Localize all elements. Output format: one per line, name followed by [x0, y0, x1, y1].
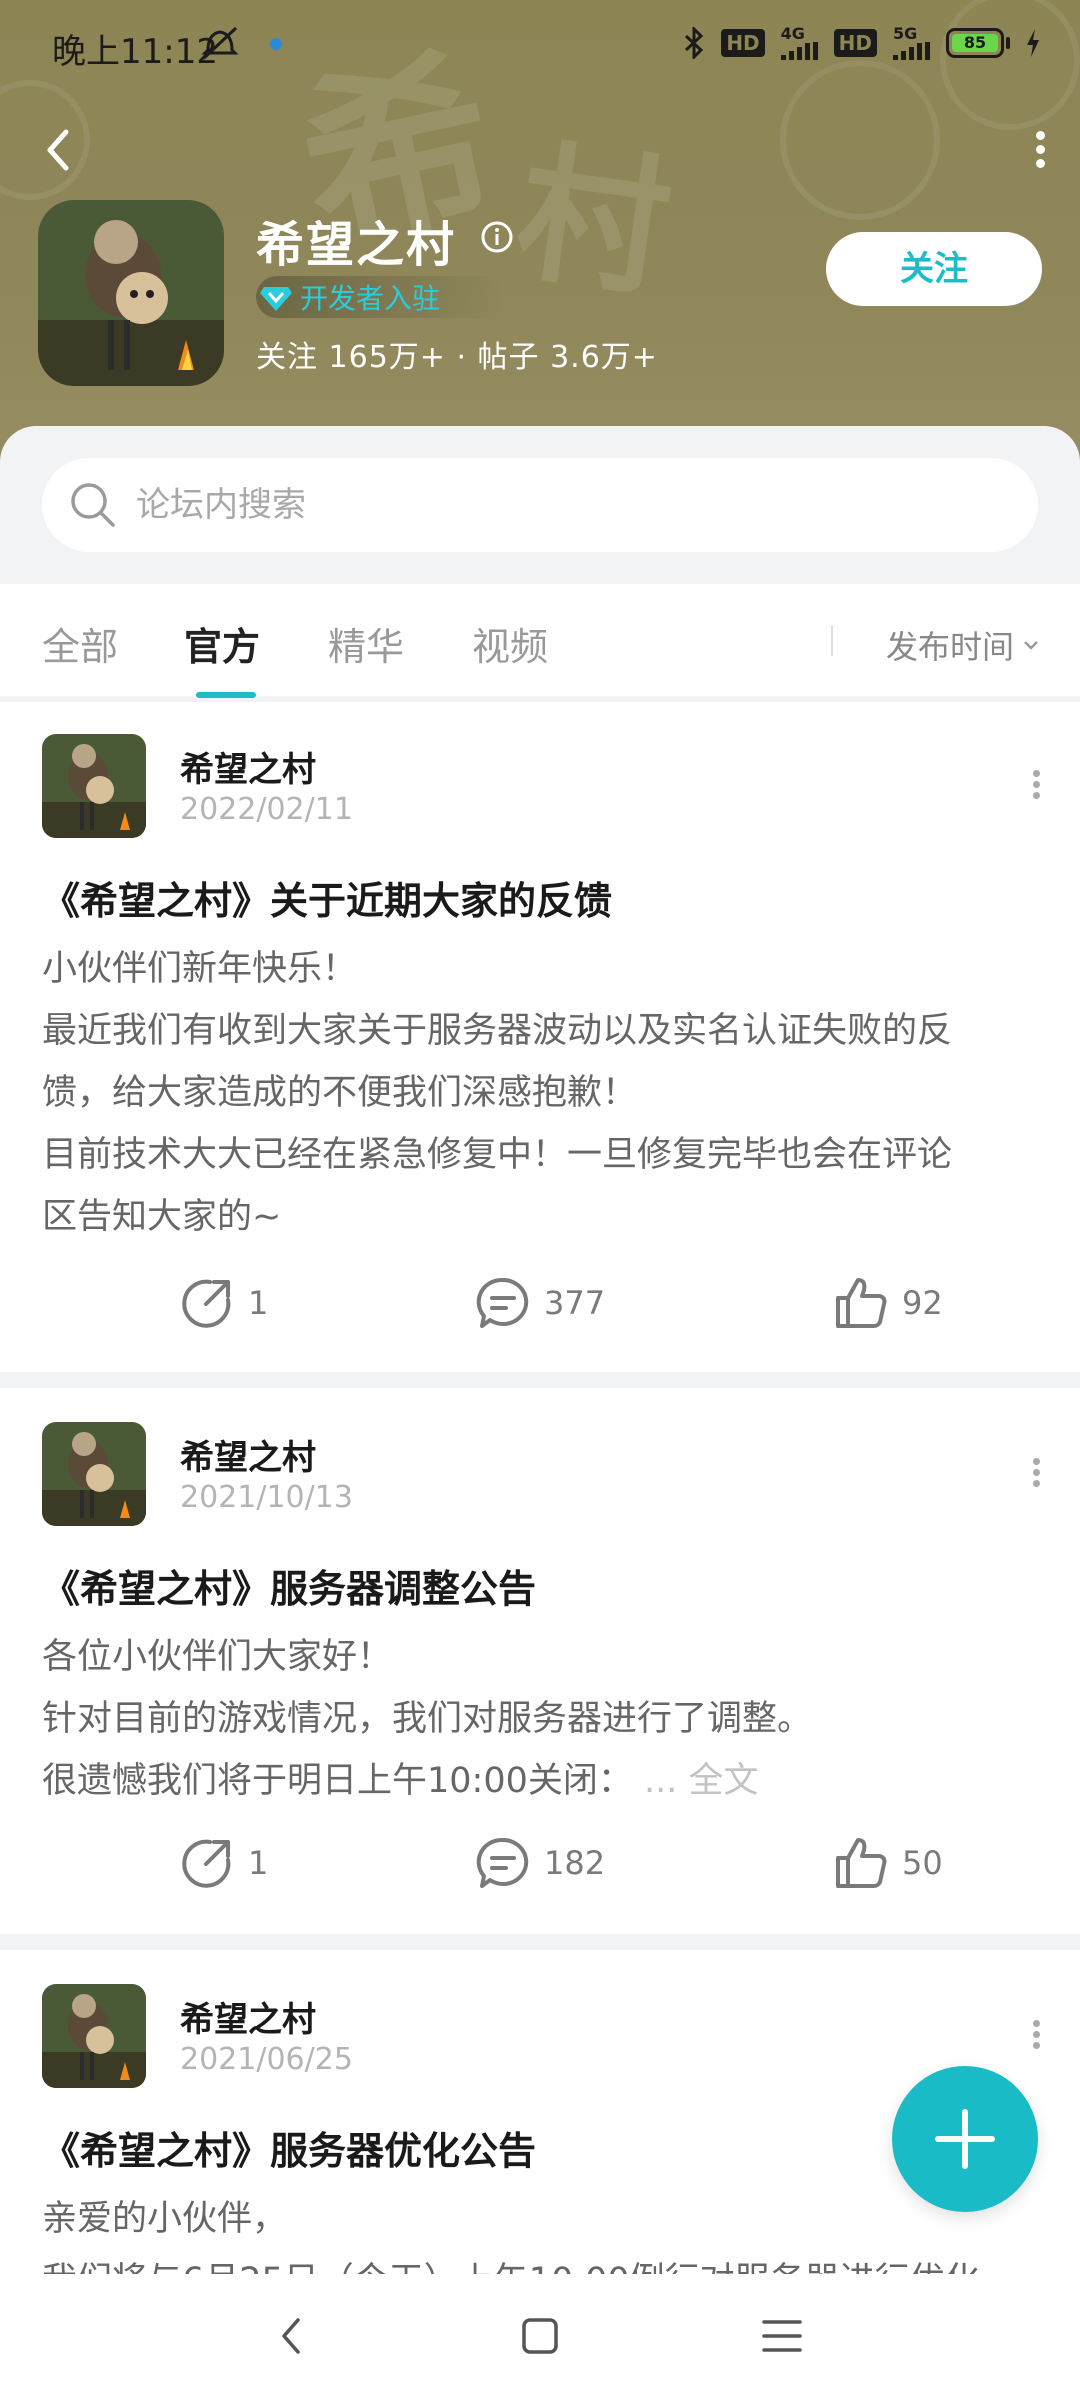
share-button[interactable]: 1	[180, 1276, 268, 1330]
battery-icon: 85	[946, 28, 1010, 58]
hd-badge: HD	[833, 29, 877, 57]
header-bg-art: 村	[506, 125, 680, 319]
post-body-line: 小伙伴们新年快乐！	[42, 949, 358, 989]
comment-icon	[476, 1837, 529, 1888]
filter-tabs: 全部 官方 精华 视频 发布时间	[0, 584, 1080, 696]
back-button[interactable]	[36, 122, 84, 178]
author-name[interactable]: 希望之村	[180, 1430, 316, 1479]
follow-button[interactable]: 关注	[826, 232, 1042, 306]
author-avatar[interactable]	[42, 1422, 146, 1526]
share-count: 1	[248, 1284, 269, 1322]
share-icon	[182, 1279, 231, 1328]
chevron-down-icon	[1024, 641, 1038, 650]
more-options-button[interactable]	[1022, 126, 1058, 182]
system-nav-bar	[0, 2274, 1080, 2400]
comment-icon	[476, 1277, 529, 1328]
share-count: 1	[248, 1844, 269, 1882]
sort-label: 发布时间	[885, 628, 1014, 666]
comment-button[interactable]: 377	[476, 1276, 605, 1330]
status-time: 晚上11:12	[52, 32, 218, 72]
post-title[interactable]: 《希望之村》服务器优化公告	[42, 2120, 536, 2175]
nav-home-icon[interactable]	[516, 2312, 564, 2360]
search-bar[interactable]	[42, 458, 1038, 552]
post-body-line: 很遗憾我们将于明日上午10:00关闭： ... 全文	[42, 1752, 759, 1803]
search-input[interactable]	[136, 485, 936, 525]
thumbs-up-icon	[836, 1278, 887, 1328]
active-tab-indicator	[196, 692, 256, 698]
post-body-line: 各位小伙伴们大家好！	[42, 1637, 393, 1677]
post-card[interactable]: 希望之村 2022/02/11 《希望之村》关于近期大家的反馈 小伙伴们新年快乐…	[0, 702, 1080, 1372]
network-type-label: 5G	[893, 24, 918, 43]
app-icon	[38, 200, 224, 386]
search-icon	[71, 483, 115, 527]
tab-official[interactable]: 官方	[184, 616, 260, 671]
post-title[interactable]: 《希望之村》关于近期大家的反馈	[42, 870, 612, 925]
signal-bars-icon	[780, 42, 818, 60]
post-title[interactable]: 《希望之村》服务器调整公告	[42, 1558, 536, 1613]
dot-icon	[1035, 145, 1045, 154]
tab-featured[interactable]: 精华	[328, 616, 404, 671]
signal-2: 5G	[893, 26, 930, 60]
forum-header: 希 村 晚上11:12 HD 4G HD 5G 85 希望之村 开发者入驻 关注…	[0, 0, 1080, 470]
post-body-text: 很遗憾我们将于明日上午10:00关闭：	[42, 1761, 633, 1801]
chevron-left-icon	[47, 129, 69, 171]
tab-all[interactable]: 全部	[42, 616, 118, 671]
post-body-line: 我们将与6月25日（今天）上午10:00例行对服务器进行优化	[42, 2252, 980, 2274]
bluetooth-icon	[685, 27, 704, 59]
comment-count: 377	[544, 1284, 606, 1322]
status-icons: HD 4G HD 5G 85	[683, 26, 1040, 60]
like-button[interactable]: 92	[834, 1276, 943, 1330]
share-button[interactable]: 1	[180, 1836, 268, 1890]
like-count: 50	[902, 1844, 943, 1882]
battery-level: 85	[952, 34, 998, 52]
post-menu-button[interactable]	[1024, 2016, 1048, 2066]
like-count: 92	[902, 1284, 943, 1322]
nav-menu-icon[interactable]	[758, 2312, 806, 2360]
post-menu-button[interactable]	[1024, 766, 1048, 816]
create-post-button[interactable]	[892, 2066, 1038, 2212]
post-body-line: 最近我们有收到大家关于服务器波动以及实名认证失败的反	[42, 1011, 953, 1051]
author-avatar[interactable]	[42, 1984, 146, 2088]
post-body-line: 馈，给大家造成的不便我们深感抱歉！	[42, 1073, 638, 1113]
post-body-line: 针对目前的游戏情况，我们对服务器进行了调整。	[42, 1699, 813, 1739]
author-name[interactable]: 希望之村	[180, 742, 316, 791]
read-more-link[interactable]: ... 全文	[644, 1761, 759, 1801]
comment-button[interactable]: 182	[476, 1836, 605, 1890]
like-button[interactable]: 50	[834, 1836, 943, 1890]
mute-icon	[201, 26, 239, 60]
comment-count: 182	[544, 1844, 606, 1882]
post-card[interactable]: 希望之村 2021/10/13 《希望之村》服务器调整公告 各位小伙伴们大家好！…	[0, 1388, 1080, 1934]
post-menu-button[interactable]	[1024, 1454, 1048, 1504]
tab-video[interactable]: 视频	[472, 616, 548, 671]
nav-back-icon[interactable]	[268, 2312, 316, 2360]
forum-screen: 希 村 晚上11:12 HD 4G HD 5G 85 希望之村 开发者入驻 关注…	[0, 0, 1080, 2400]
post-body-line: 亲爱的小伙伴，	[42, 2199, 288, 2239]
dot-icon	[1035, 159, 1045, 168]
forum-stats: 关注 165万+ · 帖子 3.6万+	[256, 340, 658, 375]
post-date: 2021/06/25	[180, 2042, 353, 2077]
thumbs-up-icon	[836, 1838, 887, 1888]
share-icon	[182, 1839, 231, 1888]
post-body-line: 目前技术大大已经在紧急修复中！一旦修复完毕也会在评论	[42, 1135, 953, 1175]
dot-icon	[1035, 131, 1045, 140]
author-avatar[interactable]	[42, 734, 146, 838]
status-bar: 晚上11:12 HD 4G HD 5G 85	[0, 0, 1080, 92]
app-name: 希望之村	[256, 217, 457, 273]
post-body-line: 区告知大家的~	[42, 1197, 282, 1237]
author-name[interactable]: 希望之村	[180, 1992, 316, 2041]
hd-badge: HD	[721, 29, 765, 57]
info-icon[interactable]	[480, 220, 514, 254]
post-date: 2022/02/11	[180, 792, 353, 827]
notification-dot	[270, 38, 282, 50]
developer-badge-label: 开发者入驻	[300, 282, 441, 315]
sort-dropdown[interactable]: 发布时间	[886, 622, 1040, 668]
post-date: 2021/10/13	[180, 1480, 353, 1515]
signal-1: 4G	[780, 24, 818, 60]
signal-bars-icon	[893, 42, 930, 60]
network-type-label: 4G	[780, 24, 805, 43]
divider	[831, 626, 833, 656]
verified-icon	[260, 287, 292, 311]
charging-icon	[1027, 29, 1039, 57]
developer-badge: 开发者入驻	[256, 276, 506, 318]
